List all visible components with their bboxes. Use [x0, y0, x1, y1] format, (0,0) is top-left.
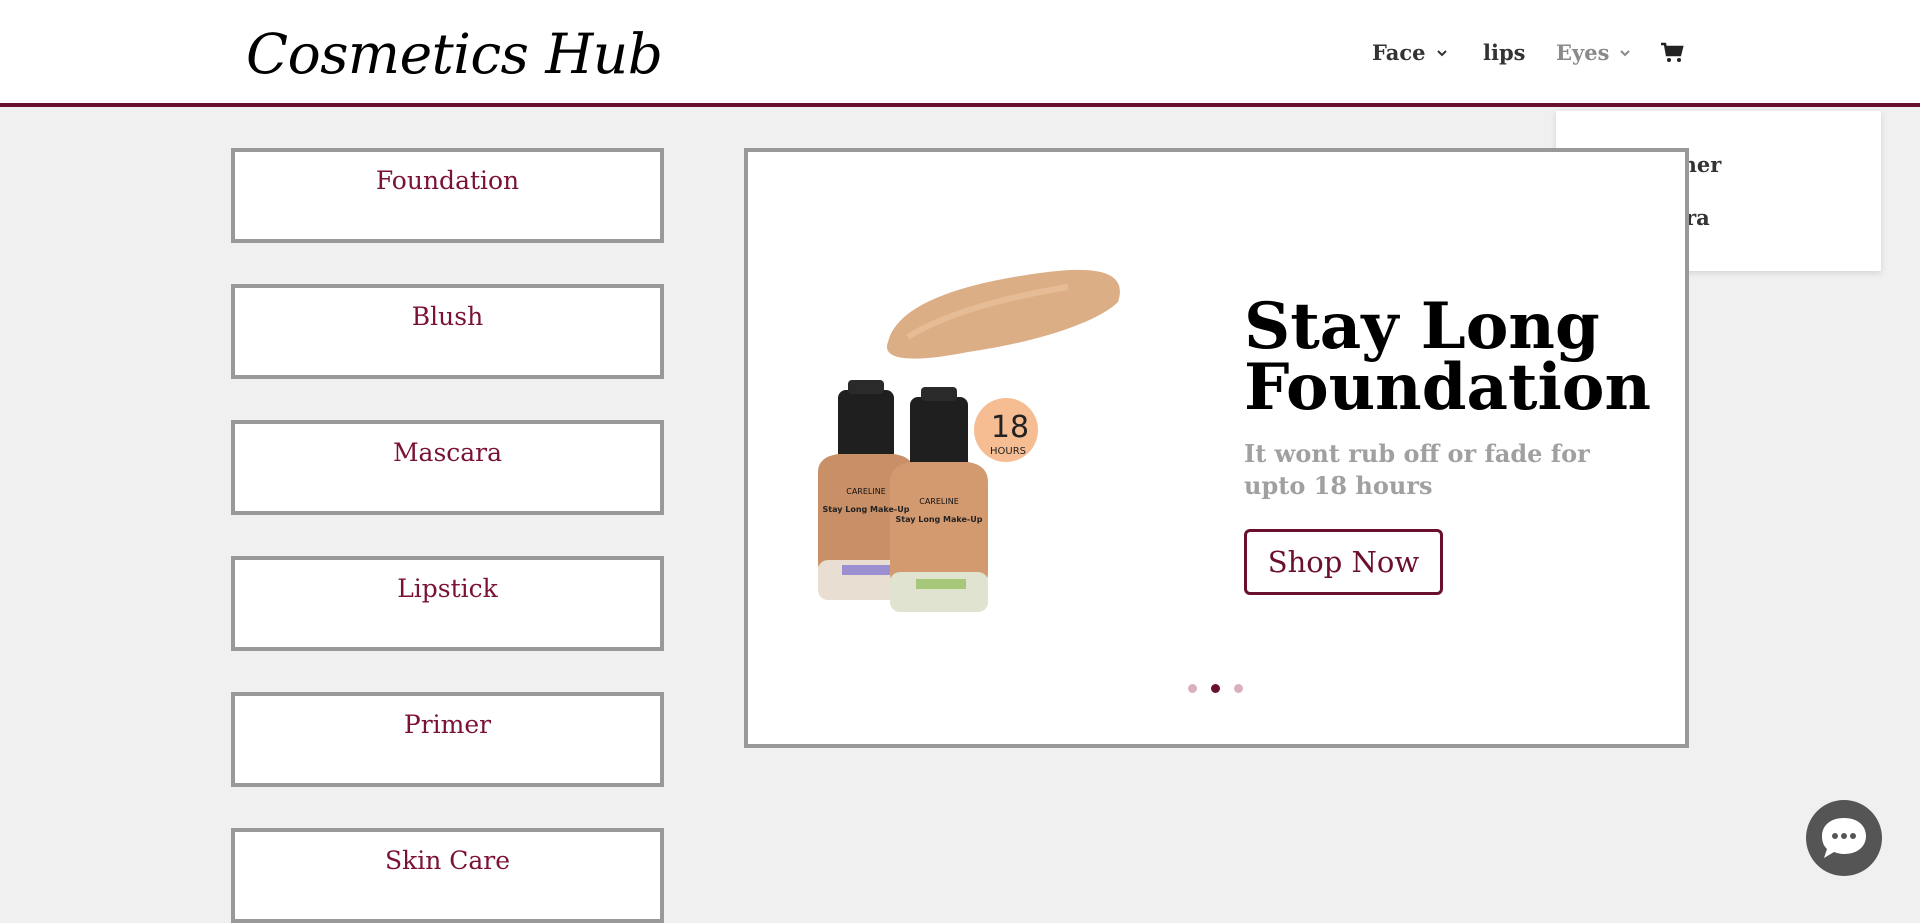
category-foundation[interactable]: Foundation [231, 148, 664, 243]
slider-dot[interactable] [1234, 684, 1243, 693]
chevron-down-icon [1436, 49, 1447, 56]
cart-icon[interactable] [1660, 42, 1684, 64]
nav-item-lips[interactable]: lips [1483, 40, 1525, 65]
nav-item-eyes[interactable]: Eyes [1556, 40, 1633, 65]
chat-bubble-icon [1822, 818, 1866, 858]
category-label: Blush [411, 302, 484, 331]
category-label: Foundation [375, 166, 520, 195]
main-nav: Face lips Eyes [0, 40, 1920, 70]
site-header: Cosmetics Hub Face lips Eyes [0, 0, 1920, 107]
category-primer[interactable]: Primer [231, 692, 664, 787]
nav-item-label: Face [1372, 40, 1426, 65]
slider-dot-active[interactable] [1211, 684, 1220, 693]
slider-dot[interactable] [1188, 684, 1197, 693]
nav-item-label: Eyes [1556, 40, 1610, 65]
foundation-product-image: CARELINE CARELINE Stay Long Make-Up Stay… [818, 269, 1120, 612]
svg-text:18: 18 [991, 410, 1029, 445]
hero-slider: CARELINE CARELINE Stay Long Make-Up Stay… [744, 148, 1689, 748]
svg-text:HOURS: HOURS [990, 446, 1026, 457]
category-skin-care[interactable]: Skin Care [231, 828, 664, 923]
category-blush[interactable]: Blush [231, 284, 664, 379]
svg-text:Stay Long Make-Up: Stay Long Make-Up [823, 505, 910, 514]
category-label: Mascara [392, 438, 503, 467]
svg-text:Stay Long Make-Up: Stay Long Make-Up [896, 515, 983, 524]
nav-item-label: lips [1483, 40, 1526, 65]
category-label: Lipstick [397, 574, 498, 603]
svg-text:CARELINE: CARELINE [846, 487, 886, 496]
category-label: Skin Care [384, 846, 511, 875]
category-mascara[interactable]: Mascara [231, 420, 664, 515]
nav-item-face[interactable]: Face [1372, 40, 1450, 65]
category-lipstick[interactable]: Lipstick [231, 556, 664, 651]
category-label: Primer [403, 710, 492, 739]
svg-text:CARELINE: CARELINE [919, 497, 959, 506]
shop-now-button[interactable]: Shop Now [1244, 529, 1443, 595]
hero-title: Stay Long Foundation [1244, 289, 1651, 425]
hero-subtitle: It wont rub off or fade for upto 18 hour… [1244, 439, 1590, 500]
chat-button[interactable] [1806, 800, 1882, 876]
chevron-down-icon [1620, 49, 1631, 56]
